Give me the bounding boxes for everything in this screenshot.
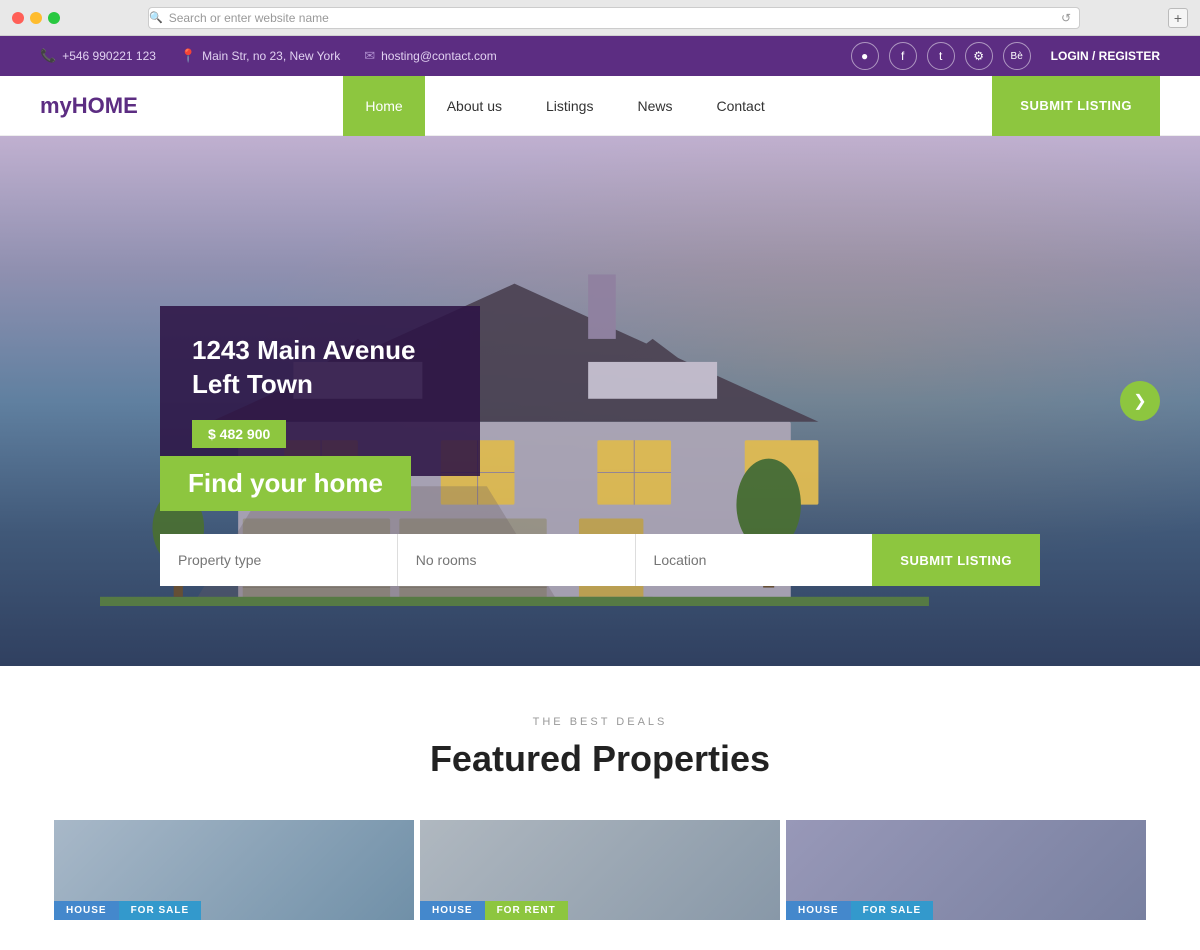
- property-2-status: FOR RENT: [485, 901, 568, 920]
- close-button[interactable]: [12, 12, 24, 24]
- search-bar: SUBMIT LISTING: [160, 534, 1040, 586]
- find-home-banner: Find your home: [160, 456, 411, 511]
- email-item: ✉ hosting@contact.com: [364, 48, 496, 64]
- search-submit-button[interactable]: SUBMIT LISTING: [872, 534, 1040, 586]
- address-item: 📍 Main Str, no 23, New York: [180, 48, 340, 64]
- top-bar: 📞 +546 990221 123 📍 Main Str, no 23, New…: [0, 36, 1200, 76]
- property-3-badges: HOUSE FOR SALE: [786, 901, 933, 920]
- minimize-button[interactable]: [30, 12, 42, 24]
- login-register-link[interactable]: LOGIN / REGISTER: [1051, 49, 1160, 63]
- nav-links: Home About us Listings News Contact: [343, 76, 786, 136]
- phone-number: +546 990221 123: [62, 49, 156, 63]
- hero-section: 5991 1243 Main Avenue Left Town $ 482 90…: [0, 136, 1200, 666]
- featured-section: THE BEST DEALS Featured Properties HOUSE…: [0, 666, 1200, 950]
- email-text: hosting@contact.com: [381, 49, 497, 63]
- twitter-icon[interactable]: t: [927, 42, 955, 70]
- settings-icon[interactable]: ⚙: [965, 42, 993, 70]
- section-title: Featured Properties: [40, 738, 1160, 780]
- property-card: 1243 Main Avenue Left Town $ 482 900: [160, 306, 480, 476]
- property-title: 1243 Main Avenue Left Town: [192, 334, 444, 402]
- top-bar-right: ● f t ⚙ Bè LOGIN / REGISTER: [851, 42, 1160, 70]
- nav-home[interactable]: Home: [343, 76, 424, 136]
- nav-news[interactable]: News: [615, 76, 694, 136]
- spotify-icon[interactable]: ●: [851, 42, 879, 70]
- new-tab-button[interactable]: +: [1168, 8, 1188, 28]
- property-card-1[interactable]: HOUSE FOR SALE: [54, 820, 414, 920]
- property-3-status: FOR SALE: [851, 901, 934, 920]
- site-logo[interactable]: myHOME: [40, 93, 138, 119]
- property-card-3[interactable]: HOUSE FOR SALE: [786, 820, 1146, 920]
- slider-next-button[interactable]: ❯: [1120, 381, 1160, 421]
- maximize-button[interactable]: [48, 12, 60, 24]
- phone-item: 📞 +546 990221 123: [40, 48, 156, 64]
- nav-listings[interactable]: Listings: [524, 76, 615, 136]
- property-1-status: FOR SALE: [119, 901, 202, 920]
- browser-chrome: 🔍 Search or enter website name ↺ +: [0, 0, 1200, 36]
- property-1-type: HOUSE: [54, 901, 119, 920]
- behance-icon[interactable]: Bè: [1003, 42, 1031, 70]
- section-subtitle: THE BEST DEALS: [40, 716, 1160, 728]
- facebook-icon[interactable]: f: [889, 42, 917, 70]
- nav-contact[interactable]: Contact: [694, 76, 786, 136]
- location-input[interactable]: [636, 534, 873, 586]
- logo-home: HOME: [72, 93, 138, 118]
- submit-listing-button[interactable]: SUBMIT LISTING: [992, 76, 1160, 136]
- property-1-badges: HOUSE FOR SALE: [54, 901, 201, 920]
- phone-icon: 📞: [40, 48, 56, 64]
- email-icon: ✉: [364, 48, 375, 64]
- property-2-type: HOUSE: [420, 901, 485, 920]
- address-text: Main Str, no 23, New York: [202, 49, 340, 63]
- traffic-lights: [12, 12, 60, 24]
- top-bar-left: 📞 +546 990221 123 📍 Main Str, no 23, New…: [40, 48, 497, 64]
- address-bar[interactable]: 🔍 Search or enter website name ↺: [148, 7, 1080, 29]
- property-price: $ 482 900: [192, 420, 286, 448]
- nav-about[interactable]: About us: [425, 76, 524, 136]
- refresh-icon[interactable]: ↺: [1061, 11, 1071, 25]
- search-icon: 🔍: [149, 11, 163, 24]
- property-type-input[interactable]: [160, 534, 398, 586]
- address-text: Search or enter website name: [169, 11, 329, 25]
- logo-my: my: [40, 93, 72, 118]
- find-home-text: Find your home: [188, 468, 383, 499]
- no-rooms-input[interactable]: [398, 534, 636, 586]
- properties-row: HOUSE FOR SALE HOUSE FOR RENT HOUSE FOR …: [40, 820, 1160, 920]
- property-card-2[interactable]: HOUSE FOR RENT: [420, 820, 780, 920]
- navbar: myHOME Home About us Listings News Conta…: [0, 76, 1200, 136]
- location-icon: 📍: [180, 48, 196, 64]
- property-3-type: HOUSE: [786, 901, 851, 920]
- property-2-badges: HOUSE FOR RENT: [420, 901, 568, 920]
